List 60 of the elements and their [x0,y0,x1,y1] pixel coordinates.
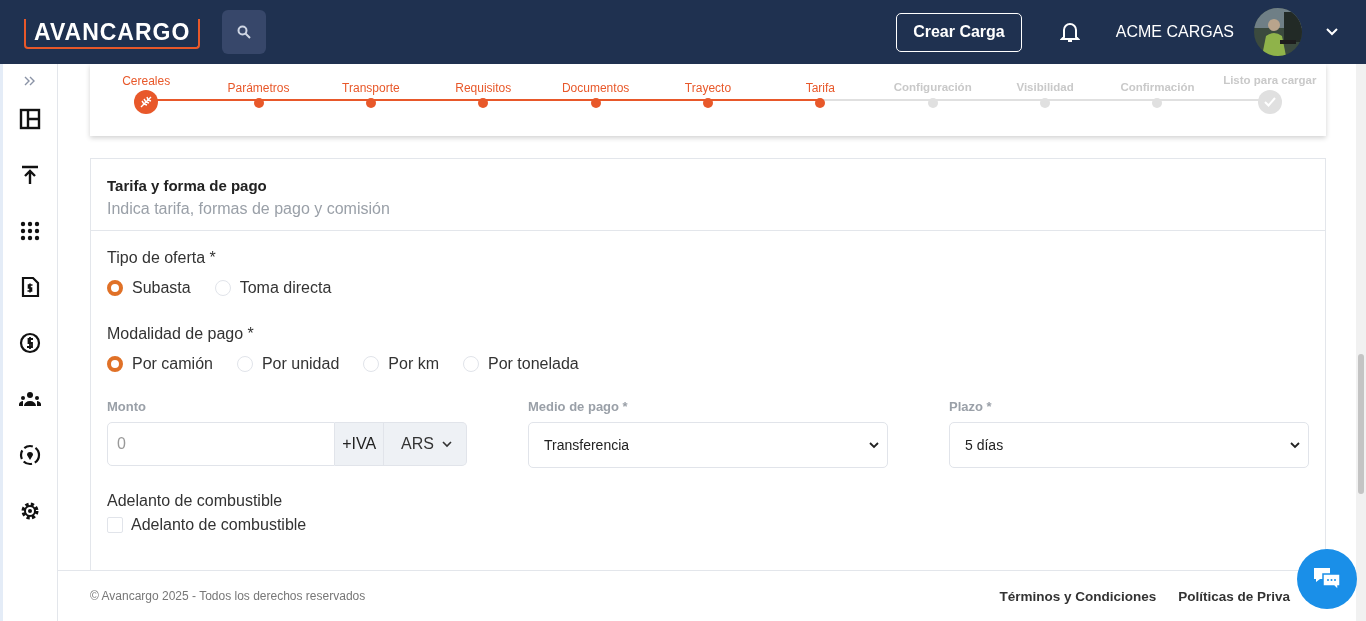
step-label: Tarifa [805,81,835,96]
field-label: Plazo * [949,399,993,414]
field-label: Tipo de oferta * [107,249,217,267]
radio-option[interactable]: Por unidad [236,355,340,373]
step-label: Trayecto [684,81,732,96]
chevron-down-icon[interactable] [1326,28,1338,36]
settings-icon[interactable] [19,500,41,522]
layout-icon[interactable] [19,108,41,130]
footer-link[interactable]: Políticas de Priva [1178,588,1290,604]
step-dot[interactable] [365,98,376,108]
step-label: Cereales [122,74,171,89]
copyright-text: © Avancargo 2025 - Todos los derechos reservados [90,589,366,603]
fuel-advance-checkbox[interactable]: Adelanto de combustible [107,516,307,534]
field-label: Adelanto de combustible [107,492,284,510]
field-label: Medio de pago * [528,399,629,414]
field-label: Modalidad de pago * [107,325,255,343]
user-name: ACME CARGAS [1115,23,1234,41]
step-dot[interactable] [253,98,264,108]
step-dot[interactable] [927,98,938,108]
step-label: Parámetros [227,81,290,96]
create-button[interactable]: Crear Carga [896,12,1022,52]
radio-option[interactable]: Por km [363,355,439,373]
tax-suffix: +IVA [335,422,385,466]
radio-option[interactable]: Subasta [107,279,191,297]
step-dot[interactable] [815,98,826,108]
step-dot[interactable] [703,98,713,108]
chevron-down-icon [1290,441,1300,449]
term-dropdown[interactable]: 5 días [949,422,1309,468]
amount-field[interactable]: 0 [107,422,336,466]
location-icon[interactable] [19,444,41,466]
step-dot[interactable] [1040,98,1051,108]
dollar-icon[interactable] [19,332,41,354]
section-title: Tarifa y forma de pago [107,177,268,194]
step-dot[interactable] [478,98,489,108]
radio-option[interactable]: Por camión [107,355,213,373]
upload-icon[interactable] [19,164,41,186]
step-label: Documentos [561,81,630,96]
notification-icon[interactable] [1059,21,1080,43]
grid-icon[interactable] [19,220,41,242]
currency-dropdown[interactable]: ARS [384,422,467,466]
payment-method-dropdown[interactable]: Transferencia [528,422,888,468]
step-label: Requisitos [455,81,512,96]
search-button[interactable] [222,10,267,54]
field-label: Monto [107,399,147,414]
chevron-down-icon [869,441,879,449]
wheat-step-icon[interactable] [134,90,159,114]
invoice-icon[interactable] [19,276,41,298]
radio-option[interactable]: Toma directa [214,279,332,297]
check-step-icon[interactable] [1257,90,1282,114]
step-label: Transporte [342,81,400,96]
logo: AVANCARGO [24,19,201,49]
chevron-down-icon [442,440,452,448]
radio-option[interactable]: Por tonelada [463,355,579,373]
section-subtitle: Indica tarifa, formas de pago y comisión [107,200,391,218]
search-icon [237,25,252,39]
chat-button[interactable] [1297,549,1357,609]
expand-icon[interactable] [24,76,36,86]
step-dot[interactable] [590,98,601,108]
step-dot[interactable] [1152,98,1163,108]
footer-link[interactable]: Términos y Condiciones [999,588,1157,604]
